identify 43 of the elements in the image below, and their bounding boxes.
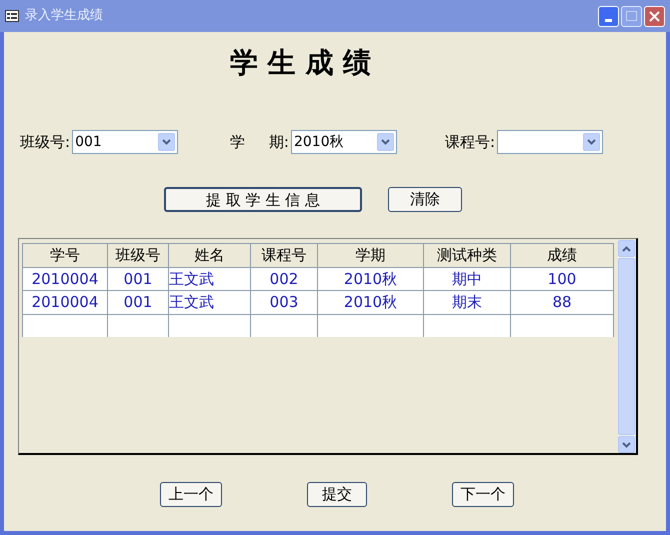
column-header: 课程号 (250, 244, 318, 267)
table-cell: 2010004 (22, 267, 108, 290)
table-cell: 2010秋 (318, 267, 424, 290)
scrollbar[interactable] (618, 240, 635, 453)
table-cell: 100 (510, 267, 614, 290)
scroll-up-icon[interactable] (618, 240, 635, 257)
dropdown-field[interactable]: 001 (72, 130, 178, 154)
maximize-button[interactable] (621, 6, 642, 26)
table-cell: 001 (108, 267, 168, 290)
field-label: 课程号: (444, 132, 496, 153)
table-cell: 003 (250, 290, 318, 314)
table-cell: 002 (250, 267, 318, 290)
close-button[interactable] (644, 6, 665, 26)
form-icon (5, 10, 19, 22)
minimize-button[interactable] (598, 6, 619, 26)
form-heading: 学 生 成 绩 (230, 45, 372, 81)
table-cell: 2010004 (22, 290, 108, 314)
action-button[interactable]: 清除 (388, 187, 462, 212)
table-cell: 2010秋 (318, 290, 424, 314)
field-label: 班级号: (20, 132, 70, 153)
column-header: 测试种类 (424, 244, 510, 267)
column-header: 姓名 (168, 244, 250, 267)
table-cell: 期中 (424, 267, 510, 290)
action-button[interactable]: 提 取 学 生 信 息 (164, 187, 362, 212)
column-header: 成绩 (510, 244, 614, 267)
dropdown-field[interactable] (497, 130, 604, 154)
action-button[interactable]: 下一个 (452, 482, 514, 507)
table-cell: 期末 (424, 290, 510, 314)
scroll-down-icon[interactable] (618, 436, 635, 453)
table-cell: 001 (108, 290, 168, 314)
table-cell: 88 (510, 290, 614, 314)
window-title: 录入学生成绩 (25, 7, 103, 26)
column-header: 班级号 (108, 244, 168, 267)
close-icon (649, 10, 660, 22)
scroll-thumb[interactable] (618, 258, 635, 435)
table-cell: 王文武 (168, 267, 250, 290)
dropdown-field[interactable]: 2010秋 (290, 130, 397, 154)
table-cell: 王文武 (168, 290, 250, 314)
column-header: 学期 (318, 244, 424, 267)
column-header: 学号 (22, 244, 108, 267)
action-button[interactable]: 提交 (307, 482, 367, 507)
action-button[interactable]: 上一个 (160, 482, 222, 507)
field-label: 学 期: (230, 132, 289, 153)
